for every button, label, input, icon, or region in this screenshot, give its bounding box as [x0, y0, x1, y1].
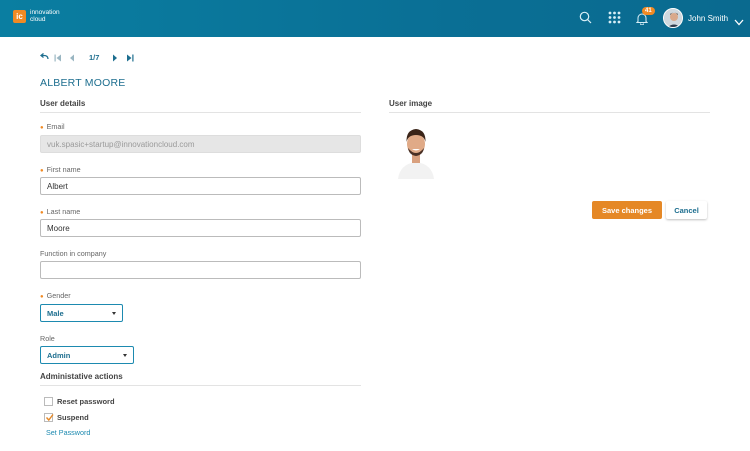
admin-actions-heading: Administative actions: [40, 372, 361, 386]
caret-down-icon: [123, 353, 127, 357]
suspend-option[interactable]: Suspend: [44, 413, 89, 422]
first-name-field[interactable]: Albert: [40, 177, 361, 195]
role-select[interactable]: Admin: [40, 346, 134, 364]
brand-logo[interactable]: ic innovation cloud: [13, 9, 60, 23]
checkmark-icon: [45, 414, 54, 422]
user-details-heading: User details: [40, 99, 361, 113]
role-label: Role: [40, 334, 55, 343]
next-page-icon[interactable]: [112, 54, 118, 64]
search-icon[interactable]: [579, 11, 592, 29]
cancel-button[interactable]: Cancel: [666, 201, 707, 219]
chevron-down-icon[interactable]: [734, 13, 744, 31]
user-image-heading: User image: [389, 99, 710, 113]
user-photo[interactable]: [390, 124, 442, 179]
last-name-field[interactable]: Moore: [40, 219, 361, 237]
notification-badge: 41: [642, 7, 655, 15]
caret-down-icon: [112, 311, 116, 315]
email-field: vuk.spasic+startup@innovationcloud.com: [40, 135, 361, 153]
prev-page-icon[interactable]: [69, 54, 75, 64]
reset-password-option[interactable]: Reset password: [44, 397, 115, 406]
logo-mark: ic: [13, 10, 26, 23]
suspend-checkbox[interactable]: [44, 413, 54, 422]
save-changes-button[interactable]: Save changes: [592, 201, 662, 219]
first-name-label: ● First name: [40, 165, 81, 174]
apps-grid-icon[interactable]: [608, 11, 621, 29]
function-label: Function in company: [40, 249, 107, 258]
function-field[interactable]: [40, 261, 361, 279]
logo-line2: cloud: [30, 15, 46, 23]
set-password-link[interactable]: Set Password: [46, 428, 90, 437]
page-position: 1/7: [89, 53, 100, 62]
last-page-icon[interactable]: [126, 54, 134, 64]
page-title: ALBERT MOORE: [40, 77, 126, 89]
gender-select[interactable]: Male: [40, 304, 123, 322]
email-label: ● Email: [40, 122, 65, 131]
required-marker: ●: [40, 294, 44, 300]
gender-label: ● Gender: [40, 291, 71, 300]
last-name-label: ● Last name: [40, 207, 81, 216]
reset-password-checkbox[interactable]: [44, 397, 53, 406]
top-bar: ic innovation cloud 41 John Smith: [0, 0, 750, 37]
first-page-icon[interactable]: [54, 54, 62, 64]
required-marker: ●: [40, 168, 44, 174]
user-avatar[interactable]: [663, 8, 683, 28]
user-name[interactable]: John Smith: [688, 14, 728, 23]
required-marker: ●: [40, 125, 44, 131]
back-arrow-icon[interactable]: [39, 52, 49, 63]
required-marker: ●: [40, 210, 44, 216]
